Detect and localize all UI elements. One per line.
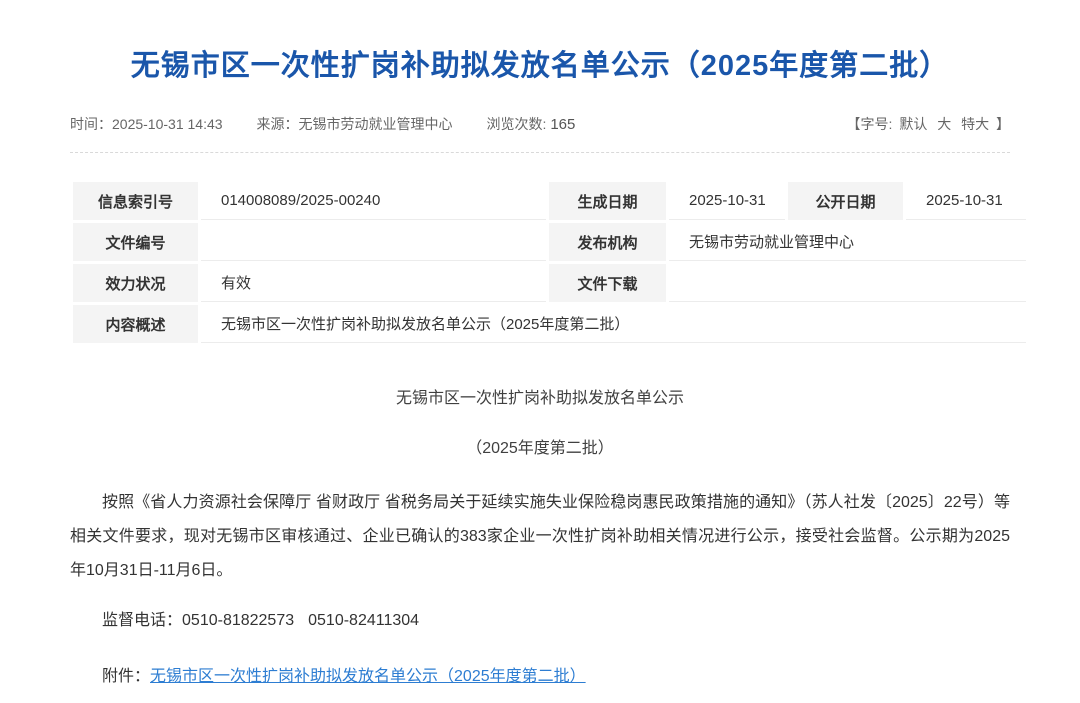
- summary-label: 内容概述: [73, 305, 198, 343]
- gen-date-label: 生成日期: [549, 182, 666, 220]
- fontsize-suffix: 】: [996, 116, 1010, 132]
- article-body: 无锡市区一次性扩岗补助拟发放名单公示 （2025年度第二批） 按照《省人力资源社…: [70, 384, 1010, 694]
- phone-number-2: 0510-82411304: [308, 612, 419, 629]
- meta-source-label: 来源：: [257, 116, 299, 132]
- pub-date-value: 2025-10-31: [906, 182, 1026, 220]
- meta-bar: 时间：2025-10-31 14:43 来源：无锡市劳动就业管理中心 浏览次数:…: [70, 114, 1010, 153]
- attachment-line: 附件：无锡市区一次性扩岗补助拟发放名单公示（2025年度第二批）: [70, 660, 1010, 694]
- fontsize-prefix: 【字号:: [847, 116, 893, 132]
- meta-source-value: 无锡市劳动就业管理中心: [299, 116, 453, 132]
- meta-info: 时间：2025-10-31 14:43 来源：无锡市劳动就业管理中心 浏览次数:…: [70, 114, 609, 134]
- meta-views-value: 165: [550, 116, 575, 133]
- page-title: 无锡市区一次性扩岗补助拟发放名单公示（2025年度第二批）: [70, 42, 1010, 84]
- phone-number-1: 0510-81822573: [182, 612, 294, 629]
- info-index-value: 014008089/2025-00240: [201, 182, 546, 220]
- doc-number-value: [201, 223, 546, 261]
- fontsize-xlarge-button[interactable]: 特大: [961, 116, 989, 132]
- meta-source: 来源：无锡市劳动就业管理中心: [257, 114, 453, 134]
- fontsize-control: 【字号: 默认 大 特大 】: [847, 114, 1010, 134]
- table-row: 效力状况 有效 文件下载: [73, 264, 1026, 302]
- meta-time: 时间：2025-10-31 14:43: [70, 114, 223, 134]
- issuer-label: 发布机构: [549, 223, 666, 261]
- document-info-table: 信息索引号 014008089/2025-00240 生成日期 2025-10-…: [70, 179, 1029, 346]
- article-paragraph: 按照《省人力资源社会保障厅 省财政厅 省税务局关于延续实施失业保险稳岗惠民政策措…: [70, 486, 1010, 588]
- meta-views: 浏览次数: 165: [487, 114, 576, 134]
- info-index-label: 信息索引号: [73, 182, 198, 220]
- article-subheading: （2025年度第二批）: [70, 434, 1010, 458]
- phone-label: 监督电话：: [102, 612, 182, 629]
- attachment-link[interactable]: 无锡市区一次性扩岗补助拟发放名单公示（2025年度第二批）: [150, 668, 586, 685]
- download-value: [669, 264, 1026, 302]
- fontsize-large-button[interactable]: 大: [937, 116, 951, 132]
- page-container: 无锡市区一次性扩岗补助拟发放名单公示（2025年度第二批） 时间：2025-10…: [70, 42, 1010, 694]
- download-label: 文件下载: [549, 264, 666, 302]
- doc-number-label: 文件编号: [73, 223, 198, 261]
- supervision-phone-line: 监督电话：0510-81822573 0510-82411304: [70, 604, 1010, 638]
- pub-date-label: 公开日期: [788, 182, 903, 220]
- issuer-value: 无锡市劳动就业管理中心: [669, 223, 1026, 261]
- validity-label: 效力状况: [73, 264, 198, 302]
- gen-date-value: 2025-10-31: [669, 182, 785, 220]
- article-heading: 无锡市区一次性扩岗补助拟发放名单公示: [70, 384, 1010, 408]
- attachment-label: 附件：: [102, 668, 150, 685]
- meta-time-label: 时间：: [70, 116, 112, 132]
- validity-value: 有效: [201, 264, 546, 302]
- table-row: 信息索引号 014008089/2025-00240 生成日期 2025-10-…: [73, 182, 1026, 220]
- meta-time-value: 2025-10-31 14:43: [112, 116, 223, 132]
- table-row: 文件编号 发布机构 无锡市劳动就业管理中心: [73, 223, 1026, 261]
- table-row: 内容概述 无锡市区一次性扩岗补助拟发放名单公示（2025年度第二批）: [73, 305, 1026, 343]
- meta-views-label: 浏览次数:: [487, 116, 547, 132]
- summary-value: 无锡市区一次性扩岗补助拟发放名单公示（2025年度第二批）: [201, 305, 1026, 343]
- fontsize-default-button[interactable]: 默认: [899, 116, 927, 132]
